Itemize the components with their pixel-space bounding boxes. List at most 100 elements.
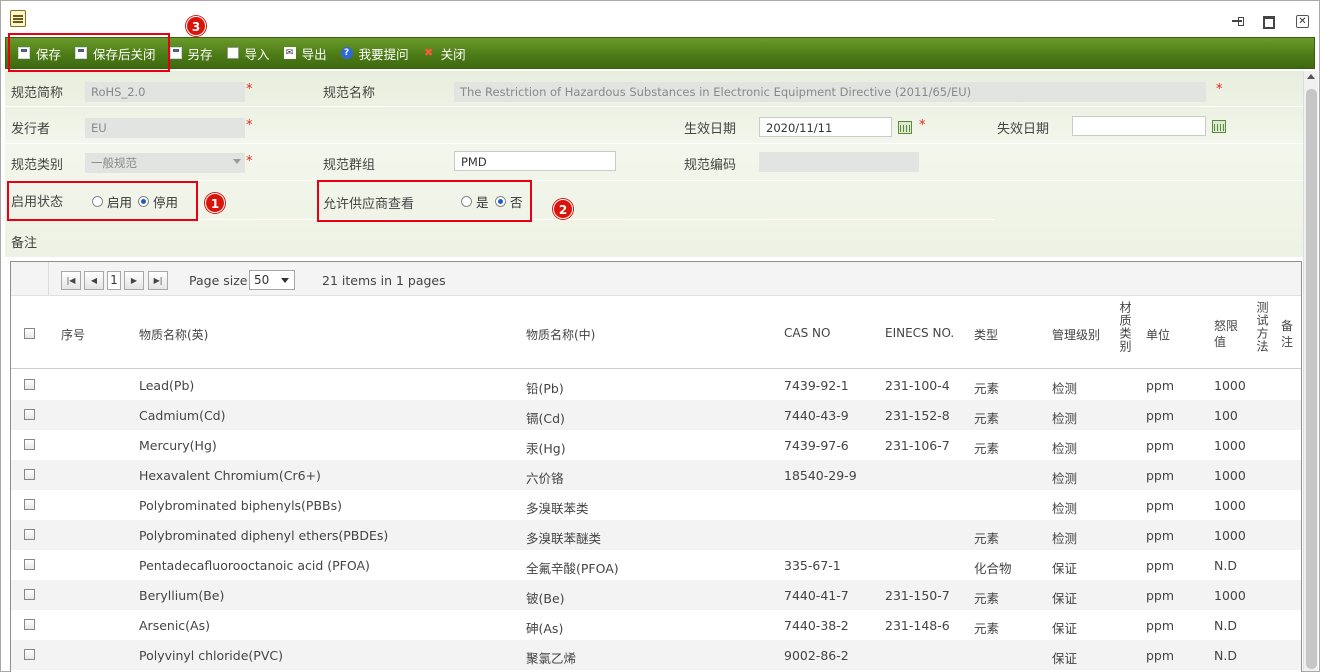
cell-einecs: 231-100-4 [885, 378, 950, 393]
calendar-icon[interactable] [1212, 120, 1226, 133]
issuer-label: 发行者 [11, 122, 51, 137]
header-name-cn[interactable]: 物质名称(中) [526, 326, 595, 343]
header-name-en[interactable]: 物质名称(英) [139, 326, 208, 343]
header-unit[interactable]: 单位 [1146, 326, 1170, 343]
vertical-scrollbar[interactable] [1303, 71, 1318, 671]
group-label: 规范群组 [323, 158, 376, 173]
save-as-label: 另存 [187, 46, 213, 62]
table-row[interactable]: Polybrominated biphenyls(PBBs) 多溴联苯类 检测 ppm… [11, 490, 1301, 520]
cell-unit: ppm [1146, 528, 1175, 543]
row-checkbox[interactable] [24, 379, 35, 390]
table-row[interactable]: Polybrominated diphenyl ethers(PBDEs) 多溴联… [11, 520, 1301, 550]
effective-date-field[interactable]: 2020/11/11 [759, 117, 892, 137]
table-row[interactable]: Cadmium(Cd) 镉(Cd) 7440-43-9 231-152-8 元素 检测 pp… [11, 400, 1301, 430]
pin-icon[interactable] [1231, 15, 1244, 27]
export-label: 导出 [301, 46, 327, 62]
table-row[interactable]: Pentadecafluorooctanoic acid (PFOA) 全氟辛酸(… [11, 550, 1301, 580]
row-checkbox[interactable] [24, 649, 35, 660]
help-icon: ? [340, 47, 353, 59]
cell-einecs: 231-106-7 [885, 438, 950, 453]
row-checkbox[interactable] [24, 439, 35, 450]
cell-einecs: 231-152-8 [885, 408, 950, 423]
app-notepad-icon [10, 10, 26, 27]
scrollbar-thumb[interactable] [1306, 89, 1317, 669]
cell-name-cn: 多溴联苯醚类 [526, 531, 602, 546]
first-page-button[interactable]: |◀ [61, 271, 81, 290]
cell-einecs: 231-150-7 [885, 588, 950, 603]
cell-name-en: Lead(Pb) [139, 378, 195, 393]
cell-threshold: 1000 [1214, 588, 1246, 603]
header-remark[interactable]: 备注 [1281, 318, 1297, 350]
row-checkbox[interactable] [24, 589, 35, 600]
header-material-category[interactable]: 材质类别 [1117, 301, 1134, 367]
expire-date-field[interactable] [1072, 116, 1206, 136]
next-page-button[interactable]: ▶ [124, 271, 144, 290]
cell-name-cn: 镉(Cd) [526, 411, 565, 426]
cell-cas: 7440-43-9 [784, 408, 849, 423]
cell-unit: ppm [1146, 558, 1175, 573]
header-cas[interactable]: CAS NO [784, 326, 830, 340]
cell-name-cn: 全氟辛酸(PFOA) [526, 561, 619, 576]
cell-name-cn: 六价铬 [526, 471, 564, 486]
pager-summary: 21 items in 1 pages [322, 273, 446, 288]
cell-threshold: 1000 [1214, 378, 1246, 393]
close-window-icon[interactable]: ✕ [1296, 15, 1309, 28]
calendar-icon[interactable] [898, 121, 912, 134]
prev-page-button[interactable]: ◀ [84, 271, 104, 290]
page-size-select[interactable]: 50 [249, 270, 295, 290]
cell-name-cn: 铍(Be) [526, 591, 565, 606]
last-page-button[interactable]: ▶| [148, 271, 168, 290]
row-checkbox[interactable] [24, 619, 35, 630]
category-select[interactable]: 一般规范 [85, 153, 245, 173]
issuer-field[interactable]: EU [85, 118, 245, 138]
row-checkbox[interactable] [24, 499, 35, 510]
header-seq[interactable]: 序号 [61, 326, 85, 343]
annotation-box-toolbar [8, 33, 170, 72]
cell-threshold: N.D [1214, 558, 1237, 573]
row-checkbox[interactable] [24, 409, 35, 420]
annotation-badge-3: 3 [186, 16, 206, 36]
required-mark: * [246, 154, 253, 169]
table-row[interactable]: Lead(Pb) 铅(Pb) 7439-92-1 231-100-4 元素 检测 ppm 10… [11, 370, 1301, 400]
spec-name-field[interactable]: The Restriction of Hazardous Substances … [454, 82, 1206, 102]
cell-name-cn: 铅(Pb) [526, 381, 564, 396]
import-button[interactable]: 导入 [226, 44, 270, 63]
header-einecs[interactable]: EINECS NO. [885, 326, 954, 340]
row-checkbox[interactable] [24, 529, 35, 540]
expire-date-label: 失效日期 [997, 122, 1050, 137]
spec-abbr-label: 规范简称 [11, 86, 64, 101]
table-row[interactable]: Polyvinyl chloride(PVC) 聚氯乙烯 9002-86-2 保证 pp… [11, 640, 1301, 670]
cell-name-cn: 砷(As) [526, 621, 564, 636]
annotation-box-supplier [317, 180, 532, 222]
spec-abbr-field[interactable]: RoHS_2.0 [85, 82, 245, 102]
ask-question-label: 我要提问 [358, 46, 409, 62]
code-field[interactable] [759, 152, 919, 172]
ask-question-button[interactable]: ? 我要提问 [340, 44, 409, 63]
table-row[interactable]: Mercury(Hg) 汞(Hg) 7439-97-6 231-106-7 元素 检测 pp… [11, 430, 1301, 460]
cell-level: 检测 [1052, 531, 1078, 546]
cell-einecs: 231-148-6 [885, 618, 950, 633]
header-level[interactable]: 管理级别 [1052, 326, 1100, 343]
select-all-checkbox[interactable] [24, 328, 35, 339]
save-as-button[interactable]: 另存 [169, 44, 213, 63]
row-divider [5, 106, 1303, 107]
scroll-up-icon[interactable] [1307, 74, 1315, 79]
export-button[interactable]: ✉ 导出 [283, 44, 327, 63]
group-field[interactable]: PMD [454, 151, 616, 171]
header-type[interactable]: 类型 [974, 326, 998, 343]
page-number[interactable]: 1 [107, 271, 121, 290]
table-row[interactable]: Arsenic(As) 砷(As) 7440-38-2 231-148-6 元素 保证 pp… [11, 610, 1301, 640]
row-checkbox[interactable] [24, 469, 35, 480]
close-button[interactable]: ✖ 关闭 [423, 44, 466, 63]
cell-type: 元素 [974, 381, 1000, 396]
table-row[interactable]: Beryllium(Be) 铍(Be) 7440-41-7 231-150-7 元素 保证… [11, 580, 1301, 610]
table-row[interactable]: Hexavalent Chromium(Cr6+) 六价铬 18540-29-9 检测… [11, 460, 1301, 490]
cell-type: 元素 [974, 591, 1000, 606]
code-label: 规范编码 [684, 158, 737, 173]
maximize-icon[interactable] [1262, 15, 1275, 29]
header-threshold[interactable]: 怒限值 [1214, 318, 1244, 350]
row-checkbox[interactable] [24, 559, 35, 570]
cell-level: 检测 [1052, 501, 1078, 516]
cell-name-en: Hexavalent Chromium(Cr6+) [139, 468, 321, 483]
header-test-method[interactable]: 测试方法 [1254, 301, 1271, 367]
